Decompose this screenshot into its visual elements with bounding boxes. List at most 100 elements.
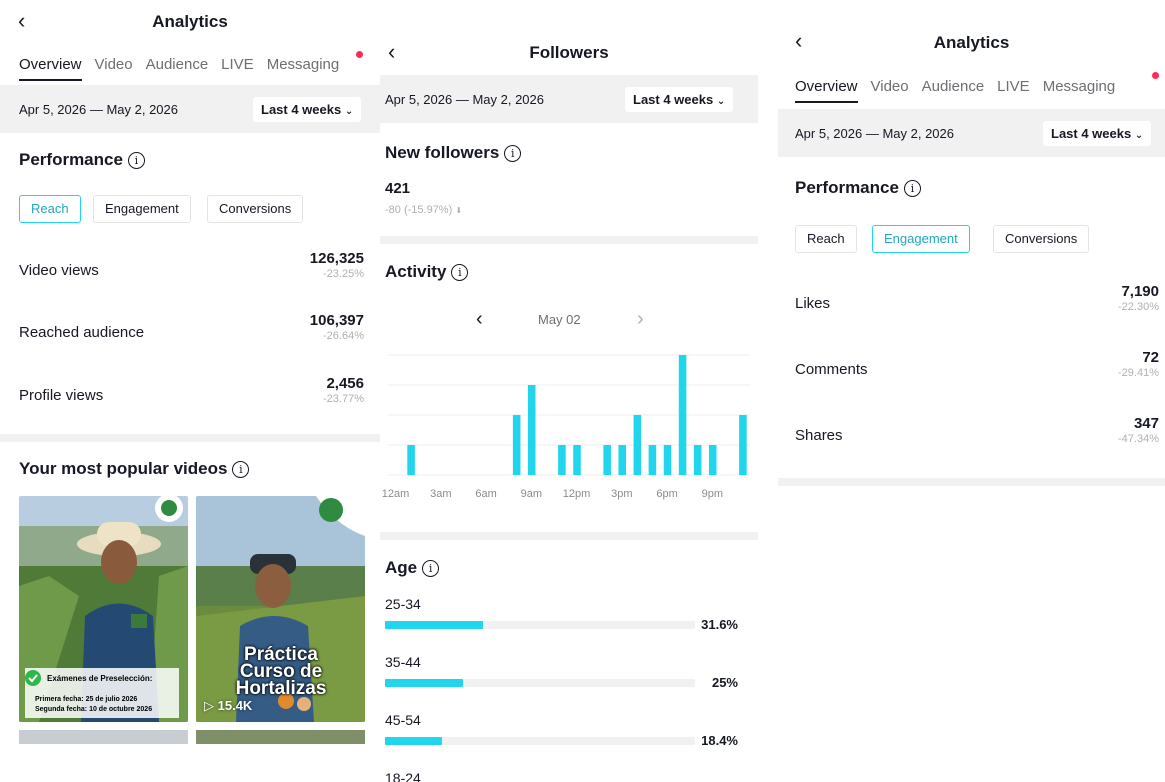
activity-chart: 12am 3am 6am 9am 12pm 3pm 6pm 9pm — [382, 354, 750, 500]
new-followers-delta: -80 (-15.97%) ⬇ — [385, 204, 462, 216]
tab-video[interactable]: Video — [95, 56, 133, 73]
metric-row[interactable]: Reached audience 106,397 -26.64% — [0, 312, 380, 360]
performance-heading: Performance i — [19, 150, 145, 170]
info-icon[interactable]: i — [232, 461, 250, 478]
activity-day: May 02 — [538, 312, 581, 327]
analytics-tabs: Overview Video Audience LIVE Messaging — [19, 56, 352, 81]
prev-day-icon[interactable]: ‹ — [476, 309, 483, 329]
activity-bar[interactable] — [739, 415, 747, 475]
info-icon[interactable]: i — [903, 180, 921, 197]
chip-reach[interactable]: Reach — [795, 225, 857, 253]
period-dropdown[interactable]: Last 4 weeks ⌄ — [625, 87, 734, 112]
new-followers-delta-text: -80 (-15.97%) — [385, 204, 453, 216]
tab-overview[interactable]: Overview — [795, 78, 858, 103]
age-bar-track — [385, 679, 695, 687]
metric-delta: -29.41% — [1118, 367, 1159, 379]
analytics-overview-engagement-panel: ‹ Analytics Overview Video Audience LIVE… — [778, 0, 1165, 782]
video-thumbnail-image — [19, 496, 188, 722]
video-thumbnail[interactable]: Exámenes de Preselección: Primera fecha:… — [19, 496, 188, 722]
tab-video[interactable]: Video — [871, 78, 909, 95]
chart-tick-label: 12am — [382, 488, 410, 500]
activity-bar[interactable] — [603, 445, 611, 475]
chip-engagement[interactable]: Engagement — [93, 195, 191, 223]
period-dropdown[interactable]: Last 4 weeks ⌄ — [1043, 121, 1152, 146]
age-percent: 18.4% — [701, 733, 738, 748]
age-bar-fill — [385, 737, 443, 745]
metric-row[interactable]: Comments 72 -29.41% — [778, 349, 1165, 397]
metric-delta: -26.64% — [323, 330, 364, 342]
period-dropdown-label: Last 4 weeks — [261, 102, 342, 117]
activity-bar[interactable] — [693, 445, 702, 475]
tab-messaging[interactable]: Messaging — [1043, 78, 1116, 95]
tab-audience[interactable]: Audience — [922, 78, 985, 95]
chart-tick-label: 12pm — [563, 488, 591, 500]
video-thumbnail[interactable]: Práctica Curso de Hortalizas ▷ 15.4K — [196, 496, 365, 722]
date-range-bar: Apr 5, 2026 — May 2, 2026 Last 4 weeks ⌄ — [0, 85, 380, 133]
tab-messaging[interactable]: Messaging — [267, 56, 340, 73]
date-range-bar: Apr 5, 2026 — May 2, 2026 Last 4 weeks ⌄ — [778, 109, 1165, 157]
activity-bar[interactable] — [407, 445, 415, 475]
activity-heading: Activity i — [385, 262, 469, 282]
page-title: Followers — [529, 43, 609, 62]
metric-row[interactable]: Profile views 2,456 -23.77% — [0, 375, 380, 423]
chevron-down-icon: ⌄ — [344, 106, 354, 117]
tab-live[interactable]: LIVE — [997, 78, 1030, 95]
info-icon[interactable]: i — [451, 264, 469, 281]
info-icon[interactable]: i — [504, 145, 522, 162]
video-views: ▷ 15.4K — [204, 698, 252, 714]
activity-bar[interactable] — [633, 415, 642, 475]
new-followers-title: New followers — [385, 143, 500, 162]
activity-bar[interactable] — [678, 355, 687, 475]
metric-value: 106,397 — [309, 312, 364, 329]
activity-bar[interactable] — [527, 385, 536, 475]
play-icon: ▷ — [204, 698, 214, 713]
metric-value: 7,190 — [1121, 283, 1159, 300]
metric-label: Reached audience — [19, 324, 145, 341]
chip-reach[interactable]: Reach — [19, 195, 81, 223]
chip-conversions[interactable]: Conversions — [993, 225, 1090, 253]
notification-dot — [356, 51, 363, 58]
activity-bar[interactable] — [573, 445, 581, 475]
chip-conversions[interactable]: Conversions — [207, 195, 304, 223]
video-caption: Primera fecha: 25 de julio 2026 — [35, 696, 138, 703]
video-views-count: 15.4K — [217, 698, 253, 713]
activity-bar[interactable] — [558, 445, 566, 475]
chart-tick-label: 6am — [475, 488, 496, 500]
tab-live[interactable]: LIVE — [221, 56, 254, 73]
age-label: 45-54 — [385, 712, 421, 728]
tab-audience[interactable]: Audience — [146, 56, 209, 73]
metric-value: 347 — [1133, 415, 1159, 432]
metric-row[interactable]: Shares 347 -47.34% — [778, 415, 1165, 463]
activity-bar[interactable] — [512, 415, 521, 475]
metric-label: Video views — [19, 262, 99, 279]
chart-tick-label: 9am — [521, 488, 542, 500]
chart-tick-label: 9pm — [702, 488, 723, 500]
section-divider — [0, 434, 380, 442]
metric-delta: -23.25% — [323, 268, 364, 280]
activity-bar[interactable] — [663, 445, 672, 475]
notification-dot — [1152, 72, 1159, 79]
next-day-icon[interactable]: › — [637, 309, 644, 329]
video-thumbnail-partial[interactable] — [19, 730, 188, 744]
period-dropdown[interactable]: Last 4 weeks ⌄ — [253, 97, 362, 122]
popular-videos-heading: Your most popular videos i — [19, 459, 250, 479]
tab-overview[interactable]: Overview — [19, 56, 82, 81]
age-bar-track — [385, 737, 695, 745]
chart-tick-label: 6pm — [656, 488, 677, 500]
chart-tick-label: 3am — [430, 488, 451, 500]
arrow-down-icon: ⬇ — [455, 206, 463, 215]
metric-label: Profile views — [19, 387, 104, 404]
metric-row[interactable]: Video views 126,325 -23.25% — [0, 250, 380, 298]
metric-value: 2,456 — [326, 375, 364, 392]
info-icon[interactable]: i — [127, 152, 145, 169]
metric-row[interactable]: Likes 7,190 -22.30% — [778, 283, 1165, 331]
info-icon[interactable]: i — [422, 560, 440, 577]
activity-bar[interactable] — [708, 445, 717, 475]
chevron-down-icon: ⌄ — [1134, 130, 1144, 141]
activity-bar[interactable] — [648, 445, 657, 475]
activity-bar[interactable] — [618, 445, 627, 475]
video-thumbnail-partial[interactable] — [196, 730, 365, 744]
age-label: 18-24 — [385, 770, 421, 782]
chip-engagement[interactable]: Engagement — [872, 225, 970, 253]
section-divider — [380, 532, 758, 540]
